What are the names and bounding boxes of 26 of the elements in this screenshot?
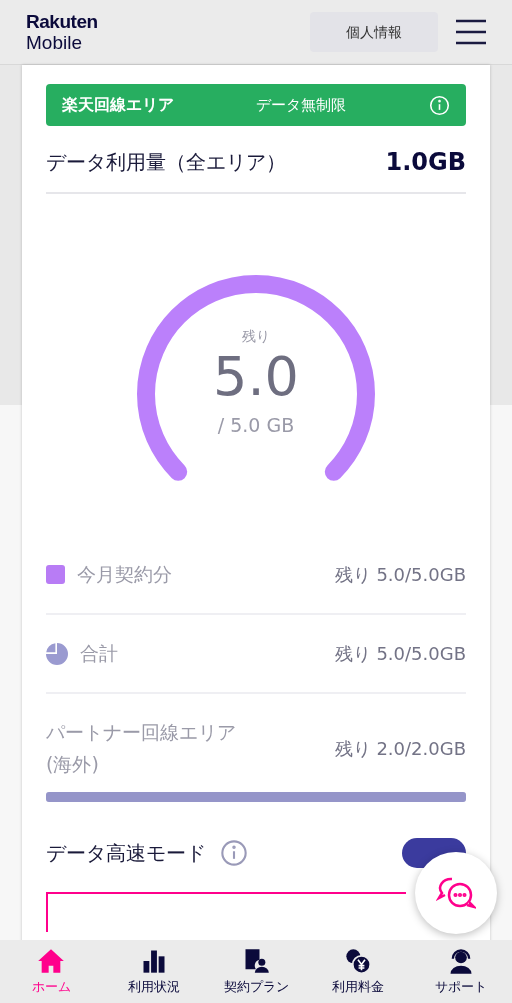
outlined-button[interactable] <box>46 892 406 932</box>
total-value: / 5.0 GB <box>217 413 295 438</box>
nav-tab[interactable]: 利用状況 <box>102 940 205 1003</box>
menu-icon[interactable] <box>456 19 486 45</box>
usage-title: データ利用量（全エリア） <box>46 149 286 176</box>
profile-button[interactable]: 個人情報 <box>310 12 438 52</box>
nav-tab[interactable]: 利用料金 <box>307 940 410 1003</box>
remaining-reading: 残り 5.0/5.0GB <box>334 563 466 587</box>
high-speed-label: データ高速モード <box>46 840 206 867</box>
nav-tab[interactable]: 契約プラン <box>204 940 308 1003</box>
coins-icon <box>344 946 373 975</box>
remaining-reading: 残り 2.0/2.0GB <box>334 736 466 761</box>
usage-value: 1.0GB <box>385 147 466 178</box>
nav-tab[interactable]: サポート <box>409 940 512 1003</box>
remaining-reading: 残り 5.0/5.0GB <box>334 642 466 666</box>
partner-sublabel: (海外) <box>46 752 100 777</box>
area-status: データ無制限 <box>256 94 346 116</box>
legend-pie-icon <box>46 642 68 665</box>
remaining-value: 5.0 <box>213 347 299 407</box>
logo[interactable]: Rakuten Mobile <box>26 12 98 52</box>
remaining-caption: 残り <box>242 327 270 346</box>
area-label: 楽天回線エリア <box>62 94 175 116</box>
legend-label: 合計 <box>80 641 118 667</box>
partner-label: パートナー回線エリア <box>46 720 236 745</box>
legend-label: 今月契約分 <box>77 562 172 588</box>
info-icon[interactable] <box>220 839 248 867</box>
